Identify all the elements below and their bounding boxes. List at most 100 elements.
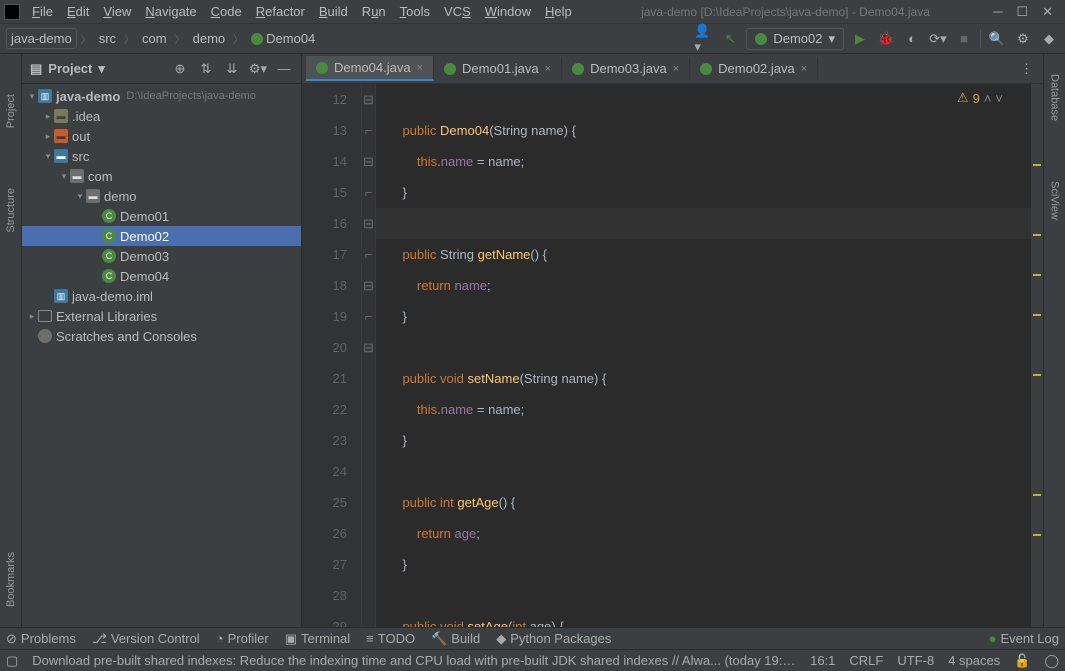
tree-root[interactable]: ▾▥java-demoD:\IdeaProjects\java-demo xyxy=(22,86,301,106)
tree-class-demo04[interactable]: CDemo04 xyxy=(22,266,301,286)
tree-class-demo03[interactable]: CDemo03 xyxy=(22,246,301,266)
run-config-select[interactable]: Demo02▾ xyxy=(746,28,844,50)
tree-iml[interactable]: ▥java-demo.iml xyxy=(22,286,301,306)
left-rail: Project Structure Bookmarks xyxy=(0,54,22,627)
status-eol[interactable]: CRLF xyxy=(849,653,883,668)
bottom-event-log[interactable]: ●Event Log xyxy=(989,631,1059,646)
rail-sciview[interactable]: SciView xyxy=(1049,181,1061,220)
status-memory-icon[interactable]: ◯ xyxy=(1044,653,1059,669)
tree-class-demo01[interactable]: CDemo01 xyxy=(22,206,301,226)
tree-class-demo02[interactable]: CDemo02 xyxy=(22,226,301,246)
collapse-all-icon[interactable]: ⇊ xyxy=(223,60,241,78)
rail-structure[interactable]: Structure xyxy=(5,188,17,233)
menubar: File Edit View Navigate Code Refactor Bu… xyxy=(26,2,578,21)
app-logo xyxy=(4,4,20,20)
maximize-button[interactable]: ☐ xyxy=(1016,4,1028,20)
tabs-more-icon[interactable]: ⋮ xyxy=(1010,61,1043,77)
crumb-com[interactable]: com xyxy=(138,29,171,48)
close-tab-icon[interactable]: × xyxy=(417,62,423,74)
run-config-label: Demo02 xyxy=(773,31,822,46)
prev-warning-icon[interactable]: ˄ xyxy=(984,91,992,106)
menu-tools[interactable]: Tools xyxy=(394,2,436,21)
fold-bar[interactable]: ⊟⌐⊟⌐⊟⌐⊟⌐⊟ xyxy=(362,84,376,627)
crumb-root[interactable]: java-demo xyxy=(6,28,77,49)
bottom-terminal[interactable]: ▣ Terminal xyxy=(285,631,350,647)
tab-label: Demo02.java xyxy=(718,61,795,76)
rail-project[interactable]: Project xyxy=(5,94,17,128)
crumb-src[interactable]: src xyxy=(95,29,120,48)
error-stripe[interactable] xyxy=(1031,84,1043,627)
select-opened-icon[interactable]: ⊕ xyxy=(171,60,189,78)
back-icon[interactable]: ↖ xyxy=(720,29,740,49)
bottom-build[interactable]: 🔨 Build xyxy=(431,631,480,647)
chevron-icon: 〉 xyxy=(124,31,134,46)
tree-idea[interactable]: ▸▬.idea xyxy=(22,106,301,126)
tree-out[interactable]: ▸▬out xyxy=(22,126,301,146)
close-tab-icon[interactable]: × xyxy=(801,63,807,75)
code-content[interactable]: public Demo04(String name) { this.name =… xyxy=(376,84,1031,627)
bottom-vcs[interactable]: ⎇ Version Control xyxy=(92,631,200,647)
tree-scratches[interactable]: Scratches and Consoles xyxy=(22,326,301,346)
menu-run[interactable]: Run xyxy=(356,2,392,21)
crumb-demo[interactable]: demo xyxy=(189,29,230,48)
navigation-bar: java-demo〉 src〉 com〉 demo〉 Demo04 👤▾ ↖ D… xyxy=(0,24,1065,54)
tool-window-icon[interactable]: ▢ xyxy=(6,653,18,669)
status-readonly-icon[interactable]: 🔓 xyxy=(1014,653,1030,669)
tree-demo[interactable]: ▾▬demo xyxy=(22,186,301,206)
debug-button[interactable]: 🐞 xyxy=(876,29,896,49)
close-tab-icon[interactable]: × xyxy=(545,63,551,75)
inspection-badge[interactable]: ⚠ 9 ˄ ˅ xyxy=(957,90,1003,106)
gutter[interactable]: 121314151617181920212223242526272829 xyxy=(302,84,362,627)
menu-code[interactable]: Code xyxy=(205,2,248,21)
project-header-title[interactable]: ▤ Project ▾ xyxy=(30,61,163,77)
editor-tabs: Demo04.java× Demo01.java× Demo03.java× D… xyxy=(302,54,1043,84)
code-area[interactable]: 121314151617181920212223242526272829 ⊟⌐⊟… xyxy=(302,84,1043,627)
menu-view[interactable]: View xyxy=(97,2,137,21)
main-area: Project Structure Bookmarks ▤ Project ▾ … xyxy=(0,54,1065,627)
rail-database[interactable]: Database xyxy=(1049,74,1061,121)
tab-demo04[interactable]: Demo04.java× xyxy=(306,56,434,81)
settings-button[interactable]: ⚙ xyxy=(1013,29,1033,49)
next-warning-icon[interactable]: ˅ xyxy=(995,91,1003,106)
settings-icon[interactable]: ⚙▾ xyxy=(249,60,267,78)
menu-refactor[interactable]: Refactor xyxy=(250,2,311,21)
search-button[interactable]: 🔍 xyxy=(987,29,1007,49)
status-indent[interactable]: 4 spaces xyxy=(948,653,1000,668)
run-button[interactable]: ▶ xyxy=(850,29,870,49)
tree-ext-libs[interactable]: ▸External Libraries xyxy=(22,306,301,326)
status-position[interactable]: 16:1 xyxy=(810,653,835,668)
bottom-problems[interactable]: ⊘ Problems xyxy=(6,631,76,647)
rail-bookmarks[interactable]: Bookmarks xyxy=(5,552,17,607)
minimize-button[interactable]: ─ xyxy=(993,4,1002,20)
plugins-button[interactable]: ◆ xyxy=(1039,29,1059,49)
tab-demo02[interactable]: Demo02.java × xyxy=(690,57,818,80)
bottom-label: Python Packages xyxy=(510,631,611,646)
crumb-class[interactable]: Demo04 xyxy=(247,29,319,48)
status-message[interactable]: Download pre-built shared indexes: Reduc… xyxy=(32,653,796,668)
hide-icon[interactable]: — xyxy=(275,60,293,78)
bottom-profiler[interactable]: ◔ Profiler xyxy=(216,631,269,646)
menu-file[interactable]: File xyxy=(26,2,59,21)
tree-src[interactable]: ▾▬src xyxy=(22,146,301,166)
bottom-todo[interactable]: ≡ TODO xyxy=(366,631,415,646)
tab-demo03[interactable]: Demo03.java× xyxy=(562,57,690,80)
crumb-class-label: Demo04 xyxy=(266,31,315,46)
menu-help[interactable]: Help xyxy=(539,2,578,21)
stop-button[interactable]: ■ xyxy=(954,29,974,49)
tab-demo01[interactable]: Demo01.java× xyxy=(434,57,562,80)
user-icon[interactable]: 👤▾ xyxy=(694,29,714,49)
close-tab-icon[interactable]: × xyxy=(673,63,679,75)
coverage-button[interactable]: ◐ xyxy=(902,29,922,49)
bottom-python[interactable]: ◆ Python Packages xyxy=(496,631,611,647)
menu-vcs[interactable]: VCS xyxy=(438,2,477,21)
menu-window[interactable]: Window xyxy=(479,2,537,21)
profile-button[interactable]: ⟳▾ xyxy=(928,29,948,49)
menu-edit[interactable]: Edit xyxy=(61,2,95,21)
tree-com[interactable]: ▾▬com xyxy=(22,166,301,186)
menu-navigate[interactable]: Navigate xyxy=(139,2,202,21)
tree-class-label: Demo01 xyxy=(120,209,169,224)
status-encoding[interactable]: UTF-8 xyxy=(897,653,934,668)
expand-all-icon[interactable]: ⇅ xyxy=(197,60,215,78)
close-button[interactable]: ✕ xyxy=(1042,4,1053,20)
menu-build[interactable]: Build xyxy=(313,2,354,21)
